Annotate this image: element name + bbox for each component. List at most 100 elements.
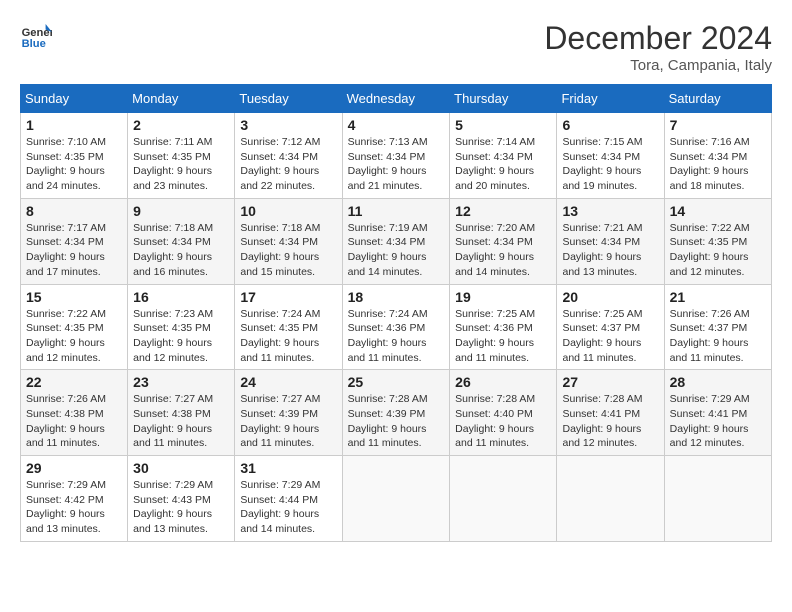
day-cell: 23 Sunrise: 7:27 AMSunset: 4:38 PMDaylig… bbox=[128, 370, 235, 456]
day-number: 29 bbox=[26, 460, 122, 476]
day-cell: 3 Sunrise: 7:12 AMSunset: 4:34 PMDayligh… bbox=[235, 113, 342, 199]
day-cell: 28 Sunrise: 7:29 AMSunset: 4:41 PMDaylig… bbox=[664, 370, 771, 456]
day-info: Sunrise: 7:18 AMSunset: 4:34 PMDaylight:… bbox=[133, 221, 229, 280]
day-info: Sunrise: 7:25 AMSunset: 4:37 PMDaylight:… bbox=[562, 307, 658, 366]
day-info: Sunrise: 7:14 AMSunset: 4:34 PMDaylight:… bbox=[455, 135, 551, 194]
day-cell: 25 Sunrise: 7:28 AMSunset: 4:39 PMDaylig… bbox=[342, 370, 450, 456]
day-number: 2 bbox=[133, 117, 229, 133]
day-number: 19 bbox=[455, 289, 551, 305]
day-number: 4 bbox=[348, 117, 445, 133]
day-number: 18 bbox=[348, 289, 445, 305]
day-cell: 4 Sunrise: 7:13 AMSunset: 4:34 PMDayligh… bbox=[342, 113, 450, 199]
day-cell: 9 Sunrise: 7:18 AMSunset: 4:34 PMDayligh… bbox=[128, 198, 235, 284]
day-number: 8 bbox=[26, 203, 122, 219]
day-info: Sunrise: 7:25 AMSunset: 4:36 PMDaylight:… bbox=[455, 307, 551, 366]
day-cell: 11 Sunrise: 7:19 AMSunset: 4:34 PMDaylig… bbox=[342, 198, 450, 284]
day-number: 5 bbox=[455, 117, 551, 133]
day-info: Sunrise: 7:22 AMSunset: 4:35 PMDaylight:… bbox=[26, 307, 122, 366]
day-cell: 24 Sunrise: 7:27 AMSunset: 4:39 PMDaylig… bbox=[235, 370, 342, 456]
day-info: Sunrise: 7:20 AMSunset: 4:34 PMDaylight:… bbox=[455, 221, 551, 280]
day-info: Sunrise: 7:24 AMSunset: 4:36 PMDaylight:… bbox=[348, 307, 445, 366]
day-cell: 6 Sunrise: 7:15 AMSunset: 4:34 PMDayligh… bbox=[557, 113, 664, 199]
day-info: Sunrise: 7:28 AMSunset: 4:39 PMDaylight:… bbox=[348, 392, 445, 451]
day-number: 31 bbox=[240, 460, 336, 476]
logo: General Blue bbox=[20, 20, 52, 52]
col-sunday: Sunday bbox=[21, 85, 128, 113]
day-cell: 19 Sunrise: 7:25 AMSunset: 4:36 PMDaylig… bbox=[450, 284, 557, 370]
day-cell: 27 Sunrise: 7:28 AMSunset: 4:41 PMDaylig… bbox=[557, 370, 664, 456]
header-row: Sunday Monday Tuesday Wednesday Thursday… bbox=[21, 85, 772, 113]
day-number: 10 bbox=[240, 203, 336, 219]
day-info: Sunrise: 7:29 AMSunset: 4:41 PMDaylight:… bbox=[670, 392, 766, 451]
col-thursday: Thursday bbox=[450, 85, 557, 113]
col-monday: Monday bbox=[128, 85, 235, 113]
col-friday: Friday bbox=[557, 85, 664, 113]
svg-text:Blue: Blue bbox=[22, 38, 46, 50]
day-info: Sunrise: 7:22 AMSunset: 4:35 PMDaylight:… bbox=[670, 221, 766, 280]
day-info: Sunrise: 7:13 AMSunset: 4:34 PMDaylight:… bbox=[348, 135, 445, 194]
day-number: 25 bbox=[348, 374, 445, 390]
day-number: 14 bbox=[670, 203, 766, 219]
day-cell: 17 Sunrise: 7:24 AMSunset: 4:35 PMDaylig… bbox=[235, 284, 342, 370]
day-number: 12 bbox=[455, 203, 551, 219]
day-cell: 18 Sunrise: 7:24 AMSunset: 4:36 PMDaylig… bbox=[342, 284, 450, 370]
day-number: 3 bbox=[240, 117, 336, 133]
col-wednesday: Wednesday bbox=[342, 85, 450, 113]
empty-cell bbox=[450, 456, 557, 542]
day-cell: 16 Sunrise: 7:23 AMSunset: 4:35 PMDaylig… bbox=[128, 284, 235, 370]
day-number: 17 bbox=[240, 289, 336, 305]
day-info: Sunrise: 7:18 AMSunset: 4:34 PMDaylight:… bbox=[240, 221, 336, 280]
calendar-row: 1 Sunrise: 7:10 AMSunset: 4:35 PMDayligh… bbox=[21, 113, 772, 199]
day-info: Sunrise: 7:17 AMSunset: 4:34 PMDaylight:… bbox=[26, 221, 122, 280]
day-info: Sunrise: 7:19 AMSunset: 4:34 PMDaylight:… bbox=[348, 221, 445, 280]
day-number: 30 bbox=[133, 460, 229, 476]
day-number: 21 bbox=[670, 289, 766, 305]
day-info: Sunrise: 7:15 AMSunset: 4:34 PMDaylight:… bbox=[562, 135, 658, 194]
day-info: Sunrise: 7:16 AMSunset: 4:34 PMDaylight:… bbox=[670, 135, 766, 194]
day-cell: 14 Sunrise: 7:22 AMSunset: 4:35 PMDaylig… bbox=[664, 198, 771, 284]
day-number: 7 bbox=[670, 117, 766, 133]
day-info: Sunrise: 7:27 AMSunset: 4:39 PMDaylight:… bbox=[240, 392, 336, 451]
day-cell: 5 Sunrise: 7:14 AMSunset: 4:34 PMDayligh… bbox=[450, 113, 557, 199]
day-number: 1 bbox=[26, 117, 122, 133]
day-info: Sunrise: 7:29 AMSunset: 4:42 PMDaylight:… bbox=[26, 478, 122, 537]
day-info: Sunrise: 7:24 AMSunset: 4:35 PMDaylight:… bbox=[240, 307, 336, 366]
day-number: 15 bbox=[26, 289, 122, 305]
day-info: Sunrise: 7:12 AMSunset: 4:34 PMDaylight:… bbox=[240, 135, 336, 194]
day-number: 6 bbox=[562, 117, 658, 133]
day-cell: 13 Sunrise: 7:21 AMSunset: 4:34 PMDaylig… bbox=[557, 198, 664, 284]
calendar-table: Sunday Monday Tuesday Wednesday Thursday… bbox=[20, 84, 772, 542]
day-number: 27 bbox=[562, 374, 658, 390]
day-info: Sunrise: 7:29 AMSunset: 4:44 PMDaylight:… bbox=[240, 478, 336, 537]
day-cell: 12 Sunrise: 7:20 AMSunset: 4:34 PMDaylig… bbox=[450, 198, 557, 284]
empty-cell bbox=[664, 456, 771, 542]
day-cell: 8 Sunrise: 7:17 AMSunset: 4:34 PMDayligh… bbox=[21, 198, 128, 284]
day-number: 26 bbox=[455, 374, 551, 390]
day-cell: 10 Sunrise: 7:18 AMSunset: 4:34 PMDaylig… bbox=[235, 198, 342, 284]
day-number: 16 bbox=[133, 289, 229, 305]
day-cell: 30 Sunrise: 7:29 AMSunset: 4:43 PMDaylig… bbox=[128, 456, 235, 542]
location: Tora, Campania, Italy bbox=[544, 57, 772, 74]
empty-cell bbox=[342, 456, 450, 542]
day-cell: 21 Sunrise: 7:26 AMSunset: 4:37 PMDaylig… bbox=[664, 284, 771, 370]
empty-cell bbox=[557, 456, 664, 542]
page-header: General Blue December 2024 Tora, Campani… bbox=[20, 20, 772, 74]
day-number: 24 bbox=[240, 374, 336, 390]
day-number: 23 bbox=[133, 374, 229, 390]
title-block: December 2024 Tora, Campania, Italy bbox=[544, 20, 772, 74]
logo-icon: General Blue bbox=[20, 20, 52, 52]
day-number: 22 bbox=[26, 374, 122, 390]
day-number: 13 bbox=[562, 203, 658, 219]
day-info: Sunrise: 7:28 AMSunset: 4:41 PMDaylight:… bbox=[562, 392, 658, 451]
day-cell: 31 Sunrise: 7:29 AMSunset: 4:44 PMDaylig… bbox=[235, 456, 342, 542]
calendar-row: 29 Sunrise: 7:29 AMSunset: 4:42 PMDaylig… bbox=[21, 456, 772, 542]
day-info: Sunrise: 7:27 AMSunset: 4:38 PMDaylight:… bbox=[133, 392, 229, 451]
day-info: Sunrise: 7:26 AMSunset: 4:37 PMDaylight:… bbox=[670, 307, 766, 366]
calendar-row: 15 Sunrise: 7:22 AMSunset: 4:35 PMDaylig… bbox=[21, 284, 772, 370]
calendar-row: 22 Sunrise: 7:26 AMSunset: 4:38 PMDaylig… bbox=[21, 370, 772, 456]
day-cell: 7 Sunrise: 7:16 AMSunset: 4:34 PMDayligh… bbox=[664, 113, 771, 199]
day-cell: 22 Sunrise: 7:26 AMSunset: 4:38 PMDaylig… bbox=[21, 370, 128, 456]
day-info: Sunrise: 7:23 AMSunset: 4:35 PMDaylight:… bbox=[133, 307, 229, 366]
day-info: Sunrise: 7:26 AMSunset: 4:38 PMDaylight:… bbox=[26, 392, 122, 451]
day-info: Sunrise: 7:11 AMSunset: 4:35 PMDaylight:… bbox=[133, 135, 229, 194]
